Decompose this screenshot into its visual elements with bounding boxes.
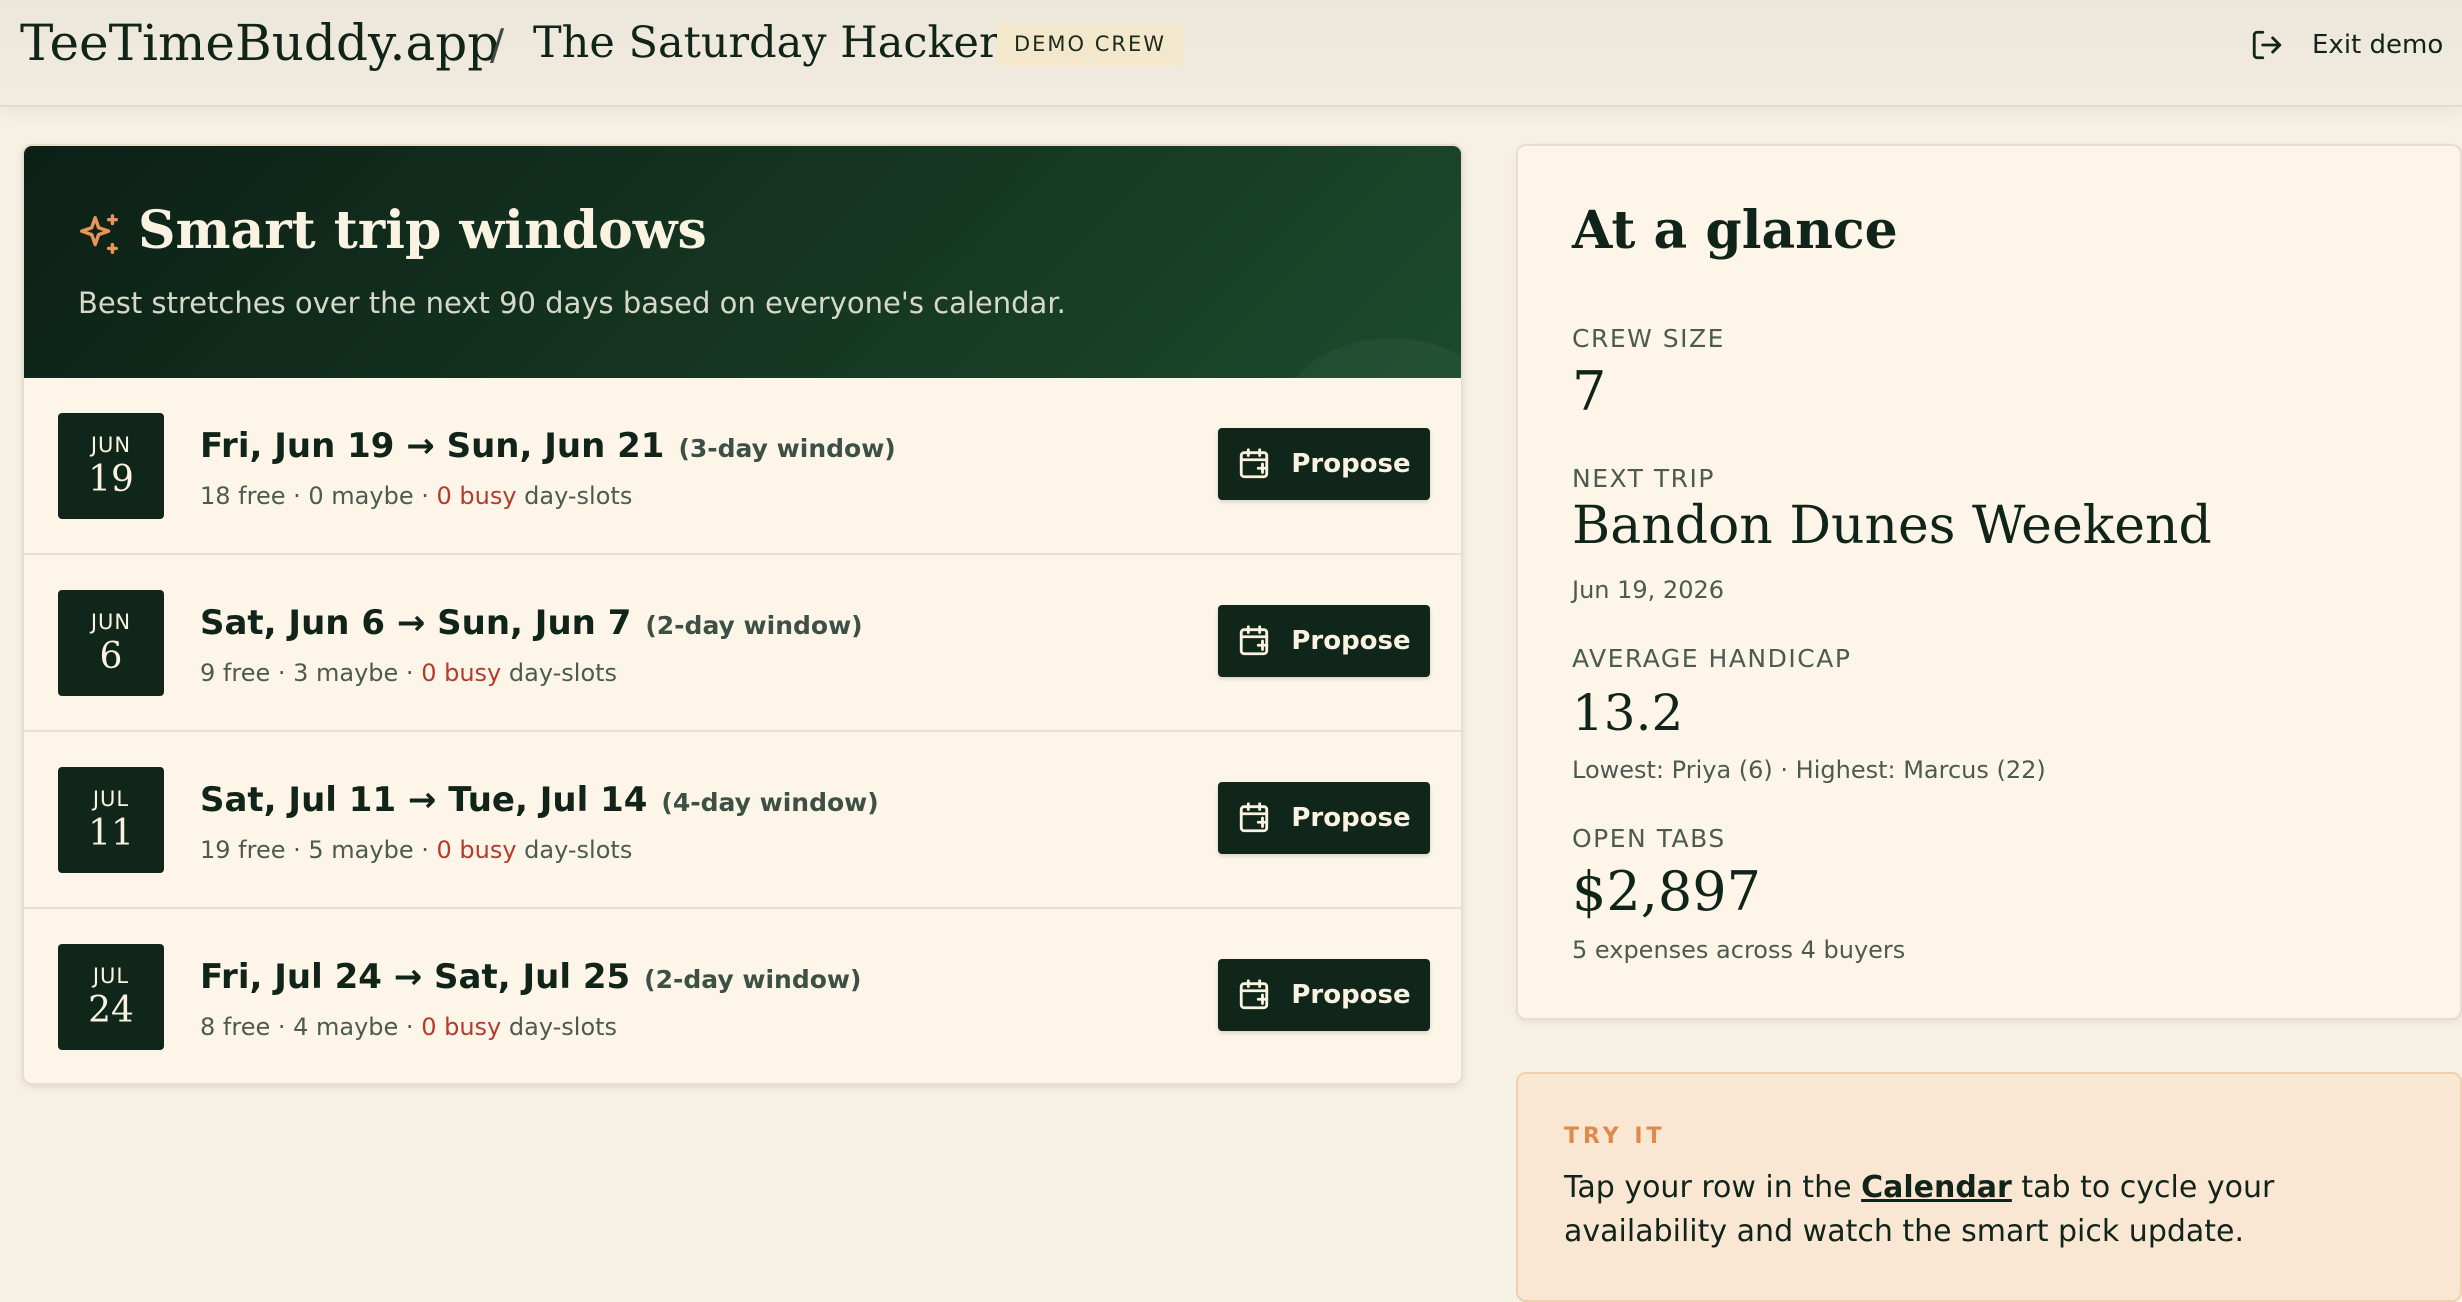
next-trip-date: Jun 19, 2026 [1572,576,1725,604]
breadcrumb-separator: / [490,20,505,69]
propose-button[interactable]: Propose [1218,605,1430,677]
date-month: JUN [90,609,132,634]
windows-subtitle: Best stretches over the next 90 days bas… [78,286,1066,320]
propose-button[interactable]: Propose [1218,782,1430,854]
window-length: (4-day window) [661,788,879,817]
handicap-note: Lowest: Priya (6) · Highest: Marcus (22) [1572,756,2046,784]
smart-trip-windows-card: Smart trip windows Best stretches over t… [22,144,1463,1085]
busy-count: 0 busy [421,1013,502,1041]
window-range: Sat, Jul 11 → Tue, Jul 14 [200,780,648,820]
crew-size-value: 7 [1572,360,1607,423]
date-day: 19 [88,458,134,500]
exit-demo-button[interactable]: Exit demo [2250,24,2443,66]
try-it-label: TRY IT [1564,1124,1666,1149]
try-it-text-before: Tap your row in the [1564,1170,1862,1205]
next-trip-label: NEXT TRIP [1572,464,1715,493]
propose-button[interactable]: Propose [1218,959,1430,1031]
try-it-card: TRY IT Tap your row in the Calendar tab … [1516,1072,2462,1302]
maybe-count: 3 maybe [293,659,399,687]
next-trip-name[interactable]: Bandon Dunes Weekend [1572,496,2212,556]
availability-summary: 19 free · 5 maybe · 0 busy day-slots [200,836,633,864]
propose-button[interactable]: Propose [1218,428,1430,500]
at-a-glance-card: At a glance CREW SIZE 7 NEXT TRIP Bandon… [1516,144,2462,1020]
calendar-plus-icon [1240,625,1269,656]
availability-summary: 8 free · 4 maybe · 0 busy day-slots [200,1013,618,1041]
calendar-plus-icon [1240,979,1269,1010]
logout-icon [2252,30,2282,60]
date-tile: JUL 24 [58,944,164,1050]
open-tabs-note: 5 expenses across 4 buyers [1572,936,1906,964]
open-tabs-label: OPEN TABS [1572,824,1726,853]
propose-label: Propose [1291,980,1411,1010]
window-title: Fri, Jun 19 → Sun, Jun 21 (3-day window) [200,426,896,466]
busy-count: 0 busy [436,482,517,510]
average-handicap-value: 13.2 [1572,684,1684,742]
crew-size-label: CREW SIZE [1572,324,1725,353]
propose-label: Propose [1291,803,1411,833]
slots-suffix: day-slots [508,1013,618,1041]
free-count: 19 free [200,836,286,864]
maybe-count: 0 maybe [308,482,414,510]
window-length: (3-day window) [678,434,896,463]
date-day: 11 [88,812,134,854]
date-day: 24 [88,989,134,1031]
busy-count: 0 busy [436,836,517,864]
date-month: JUN [90,432,132,457]
availability-summary: 18 free · 0 maybe · 0 busy day-slots [200,482,633,510]
trip-window-row: JUN 19 Fri, Jun 19 → Sun, Jun 21 (3-day win… [24,378,1461,555]
sparkle-icon [80,214,118,254]
calendar-plus-icon [1240,802,1269,833]
windows-title: Smart trip windows [138,200,707,261]
window-range: Sat, Jun 6 → Sun, Jun 7 [200,603,632,643]
date-day: 6 [99,635,123,677]
windows-header: Smart trip windows Best stretches over t… [24,146,1461,378]
maybe-count: 5 maybe [308,836,414,864]
date-tile: JUN 6 [58,590,164,696]
availability-summary: 9 free · 3 maybe · 0 busy day-slots [200,659,618,687]
header-decoration [1281,338,1461,378]
crew-name: The Saturday Hackers [533,18,1022,68]
window-range: Fri, Jun 19 → Sun, Jun 21 [200,426,665,466]
try-it-text: Tap your row in the Calendar tab to cycl… [1564,1166,2424,1254]
top-bar: TeeTimeBuddy.app / The Saturday Hackers … [0,0,2462,107]
date-tile: JUL 11 [58,767,164,873]
propose-label: Propose [1291,626,1411,656]
date-tile: JUN 19 [58,413,164,519]
window-title: Sat, Jun 6 → Sun, Jun 7 (2-day window) [200,603,863,643]
glance-title: At a glance [1572,200,1898,261]
free-count: 18 free [200,482,286,510]
open-tabs-value: $2,897 [1572,860,1761,923]
trip-window-row: JUL 11 Sat, Jul 11 → Tue, Jul 14 (4-day win… [24,732,1461,909]
date-month: JUL [92,786,130,811]
free-count: 8 free [200,1013,271,1041]
propose-label: Propose [1291,449,1411,479]
busy-count: 0 busy [421,659,502,687]
calendar-tab-link[interactable]: Calendar [1861,1170,2012,1205]
maybe-count: 4 maybe [293,1013,399,1041]
date-month: JUL [92,963,130,988]
window-range: Fri, Jul 24 → Sat, Jul 25 [200,957,631,997]
window-title: Fri, Jul 24 → Sat, Jul 25 (2-day window) [200,957,861,997]
window-length: (2-day window) [645,611,863,640]
slots-suffix: day-slots [524,836,633,864]
slots-suffix: day-slots [524,482,633,510]
app-brand[interactable]: TeeTimeBuddy.app [20,14,499,72]
trip-window-row: JUN 6 Sat, Jun 6 → Sun, Jun 7 (2-day window… [24,555,1461,732]
demo-crew-badge: DEMO CREW [997,22,1183,66]
window-length: (2-day window) [644,965,862,994]
trip-window-row: JUL 24 Fri, Jul 24 → Sat, Jul 25 (2-day win… [24,909,1461,1083]
slots-suffix: day-slots [508,659,618,687]
free-count: 9 free [200,659,271,687]
calendar-plus-icon [1240,448,1269,479]
exit-demo-label: Exit demo [2312,30,2444,60]
window-title: Sat, Jul 11 → Tue, Jul 14 (4-day window) [200,780,879,820]
average-handicap-label: AVERAGE HANDICAP [1572,644,1852,673]
